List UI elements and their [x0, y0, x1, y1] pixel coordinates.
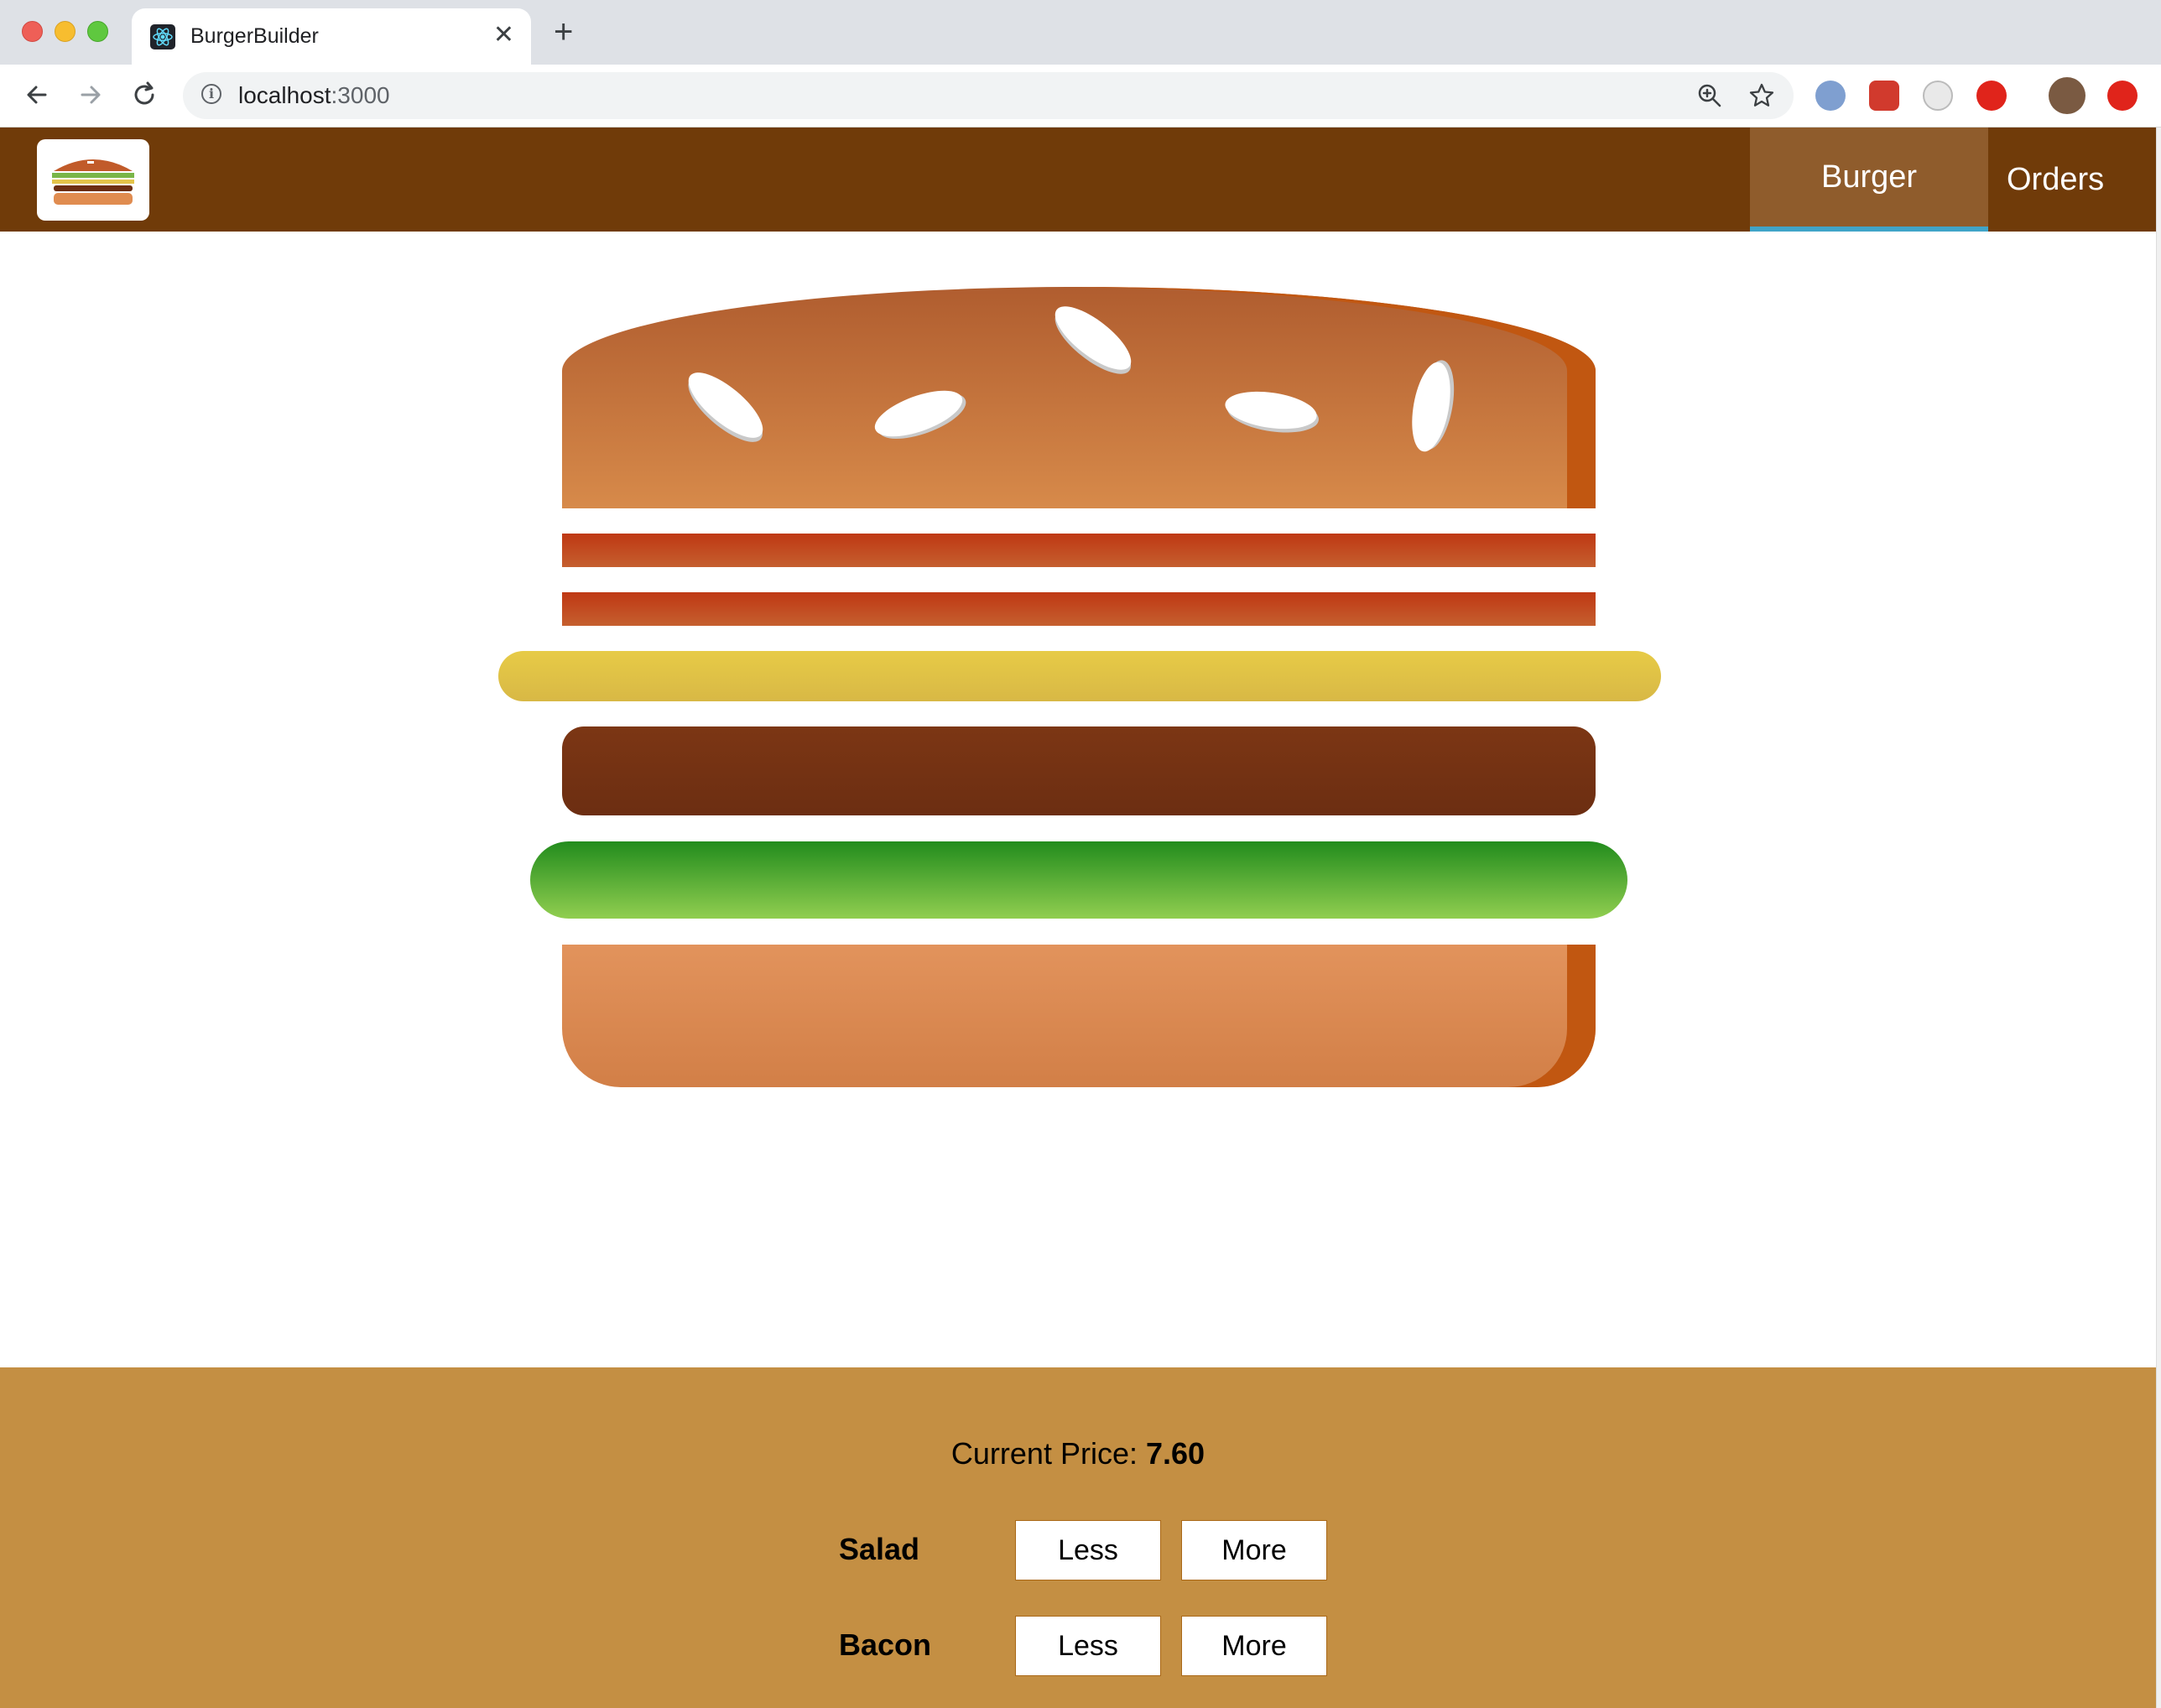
price-label: Current Price: — [950, 1436, 1138, 1471]
maximize-window-button[interactable] — [87, 21, 108, 42]
url-port: :3000 — [331, 82, 390, 108]
salad-more-button[interactable]: More — [1181, 1520, 1327, 1580]
nav-orders[interactable]: Orders — [1988, 128, 2122, 232]
bacon — [562, 534, 1596, 567]
extension-icon[interactable] — [1923, 81, 1953, 111]
seed — [1045, 295, 1141, 381]
seed — [1222, 386, 1320, 435]
current-price: Current Price: 7.60 — [0, 1433, 2156, 1475]
cheese — [498, 651, 1661, 701]
zoom-icon[interactable] — [1696, 82, 1723, 109]
salad-less-button[interactable]: Less — [1015, 1520, 1161, 1580]
bread-top — [562, 287, 1596, 508]
seed — [1405, 359, 1457, 455]
burger-logo — [37, 139, 149, 221]
seed — [679, 362, 773, 449]
meat — [562, 726, 1596, 815]
build-control-salad: Salad Less More — [0, 1520, 2156, 1580]
site-info-icon[interactable] — [201, 84, 221, 104]
extension-icon[interactable] — [1869, 81, 1899, 111]
address-bar[interactable]: localhost:3000 — [183, 72, 1794, 119]
close-window-button[interactable] — [22, 21, 43, 42]
url-text: localhost:3000 — [238, 81, 390, 111]
seed — [869, 381, 968, 446]
back-arrow-icon[interactable] — [20, 78, 54, 112]
bacon-less-button[interactable]: Less — [1015, 1616, 1161, 1676]
react-icon — [150, 24, 175, 49]
bread-bottom — [562, 945, 1596, 1087]
app-toolbar: Burger Builder Orders — [0, 128, 2156, 294]
forward-arrow-icon[interactable] — [74, 78, 107, 112]
control-label-bacon: Bacon — [839, 1627, 932, 1662]
bookmark-star-icon[interactable] — [1748, 82, 1775, 109]
extension-icon[interactable] — [1815, 81, 1846, 111]
update-icon[interactable] — [2107, 81, 2138, 111]
new-tab-icon[interactable]: + — [554, 15, 573, 49]
build-controls: Current Price: 7.60 Salad Less More Baco… — [0, 1367, 2156, 1708]
build-control-bacon: Bacon Less More — [0, 1616, 2156, 1676]
price-value: 7.60 — [1146, 1436, 1205, 1471]
control-label-salad: Salad — [839, 1532, 920, 1566]
minimize-window-button[interactable] — [55, 21, 76, 42]
bacon — [562, 592, 1596, 626]
tab-close-icon[interactable]: ✕ — [493, 21, 514, 49]
page-scrollbar[interactable] — [2156, 128, 2161, 1708]
burger-display — [0, 232, 2156, 1367]
avatar[interactable] — [2049, 77, 2085, 114]
salad — [530, 841, 1627, 919]
browser-tab-strip: BurgerBuilder ✕ + — [0, 0, 2161, 65]
tab-title: BurgerBuilder — [190, 24, 319, 48]
url-host: localhost — [238, 82, 331, 108]
browser-tab[interactable]: BurgerBuilder ✕ — [132, 8, 531, 65]
bacon-more-button[interactable]: More — [1181, 1616, 1327, 1676]
reload-icon[interactable] — [128, 78, 161, 112]
nav-burger-builder[interactable]: Burger Builder — [1750, 128, 1988, 294]
adblock-icon[interactable] — [1976, 81, 2007, 111]
